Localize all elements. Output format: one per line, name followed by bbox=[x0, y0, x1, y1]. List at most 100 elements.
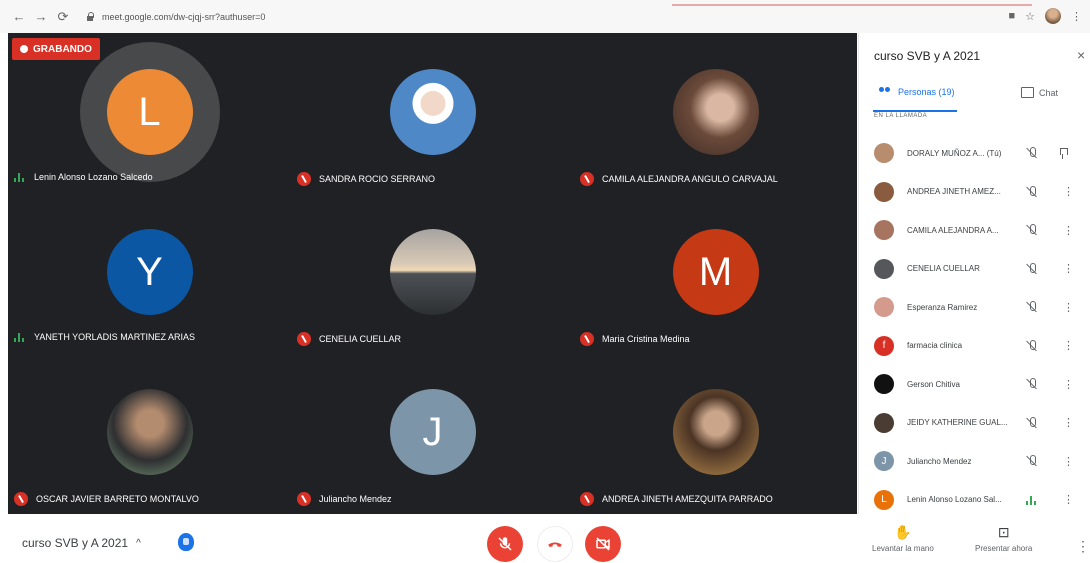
participant-tile[interactable]: OSCAR JAVIER BARRETO MONTALVO bbox=[8, 353, 291, 513]
participant-tile[interactable]: ANDREA JINETH AMEZQUITA PARRADO bbox=[574, 353, 857, 513]
participant-row[interactable]: J Juliancho Mendez ⋮ bbox=[859, 442, 1090, 481]
mic-off-icon bbox=[1026, 185, 1038, 198]
browser-menu-icon[interactable]: ⋮ bbox=[1071, 10, 1082, 23]
lock-icon bbox=[86, 12, 94, 21]
active-tab-indicator bbox=[873, 110, 957, 112]
participant-list-avatar bbox=[874, 220, 894, 241]
participant-row[interactable]: Esperanza Ramirez ⋮ bbox=[859, 288, 1090, 327]
mic-off-icon bbox=[1026, 301, 1038, 313]
participant-row[interactable]: ANDREA JINETH AMEZ... ⋮ bbox=[859, 173, 1090, 212]
camera-off-icon bbox=[596, 537, 610, 551]
participant-tile[interactable]: CENELIA CUELLAR bbox=[291, 193, 574, 353]
close-icon[interactable]: × bbox=[1077, 47, 1085, 63]
more-options-icon[interactable]: ⋮ bbox=[1063, 416, 1074, 429]
participant-tile[interactable]: J Juliancho Mendez bbox=[291, 353, 574, 513]
participant-tile[interactable]: Y YANETH YORLADIS MARTINEZ ARIAS bbox=[8, 193, 291, 353]
participant-list-avatar bbox=[874, 374, 894, 395]
more-options-icon[interactable]: ⋮ bbox=[1063, 262, 1074, 275]
video-grid: GRABANDO L Lenin Alonso Lozano Salcedo SAN… bbox=[8, 33, 857, 514]
more-options-icon[interactable]: ⋮ bbox=[1063, 339, 1074, 352]
participant-list-avatar bbox=[874, 297, 894, 318]
participant-list-avatar bbox=[874, 412, 894, 433]
url-text: meet.google.com/dw-cjqj-srr?authuser=0 bbox=[102, 11, 266, 22]
more-options-icon[interactable]: ⋮ bbox=[1063, 493, 1074, 506]
participant-name-tag: YANETH YORLADIS MARTINEZ ARIAS bbox=[14, 332, 195, 342]
star-icon[interactable]: ☆ bbox=[1025, 10, 1035, 23]
participant-name: YANETH YORLADIS MARTINEZ ARIAS bbox=[34, 332, 196, 342]
more-options-icon[interactable]: ⋮ bbox=[1063, 455, 1074, 468]
participants-panel: curso SVB y A 2021 × Personas (19) Chat … bbox=[858, 33, 1090, 514]
mic-off-icon bbox=[1026, 224, 1038, 236]
mic-off-icon bbox=[297, 492, 311, 506]
panel-title: curso SVB y A 2021 bbox=[874, 49, 981, 63]
participant-list-avatar bbox=[874, 258, 894, 279]
more-options-icon[interactable]: ⋮ bbox=[1076, 538, 1090, 555]
raise-hand-button[interactable]: ✋ Levantar la mano bbox=[872, 524, 934, 553]
mic-off-icon bbox=[580, 172, 594, 186]
mic-off-icon bbox=[1026, 378, 1038, 390]
mic-off-icon bbox=[297, 172, 311, 186]
mic-off-icon bbox=[498, 537, 512, 551]
browser-toolbar: ← → ⟳ meet.google.com/dw-cjqj-srr?authus… bbox=[0, 0, 1090, 33]
participant-list-name: DORALY MUÑOZ A... (Tú) bbox=[907, 148, 1002, 158]
participant-name-tag: CAMILA ALEJANDRA ANGULO CARVAJAL bbox=[580, 172, 778, 186]
camera-indicator-icon[interactable]: ■ bbox=[1008, 10, 1015, 22]
participant-list-name: Lenin Alonso Lozano Sal... bbox=[907, 495, 1002, 505]
participant-list-avatar bbox=[874, 143, 894, 164]
participant-avatar: L bbox=[79, 42, 220, 182]
profile-avatar[interactable] bbox=[1045, 8, 1061, 24]
reload-icon[interactable]: ⟳ bbox=[54, 8, 72, 26]
mic-off-icon bbox=[297, 332, 311, 346]
present-now-button[interactable]: ⊡ Presentar ahora bbox=[975, 524, 1032, 553]
microphone-toggle-button[interactable] bbox=[487, 526, 523, 562]
participant-row[interactable]: DORALY MUÑOZ A... (Tú) bbox=[859, 134, 1090, 173]
participant-name-tag: CENELIA CUELLAR bbox=[297, 332, 401, 346]
meeting-details-button[interactable]: curso SVB y A 2021 ^ bbox=[22, 536, 141, 550]
more-options-icon[interactable]: ⋮ bbox=[1063, 185, 1074, 198]
tab-people[interactable]: Personas (19) bbox=[879, 87, 955, 97]
leave-call-button[interactable] bbox=[537, 526, 573, 562]
tab-chat[interactable]: Chat bbox=[1021, 87, 1058, 98]
participant-name-tag: OSCAR JAVIER BARRETO MONTALVO bbox=[14, 492, 199, 506]
participant-avatar: J bbox=[389, 389, 476, 475]
mic-off-icon bbox=[1026, 416, 1038, 429]
participant-avatar bbox=[106, 389, 193, 475]
mic-off-icon bbox=[1026, 339, 1038, 352]
participant-tile[interactable]: M Maria Cristina Medina bbox=[574, 193, 857, 353]
forward-icon[interactable]: → bbox=[32, 8, 50, 26]
host-controls-icon[interactable] bbox=[178, 533, 194, 551]
participant-tile[interactable]: CAMILA ALEJANDRA ANGULO CARVAJAL bbox=[574, 33, 857, 193]
section-label: EN LA LLAMADA bbox=[874, 113, 928, 119]
meeting-title: curso SVB y A 2021 bbox=[22, 536, 129, 550]
participant-avatar bbox=[389, 69, 476, 155]
participant-row[interactable]: Gerson Chitiva ⋮ bbox=[859, 365, 1090, 404]
participant-name-tag: ANDREA JINETH AMEZQUITA PARRADO bbox=[580, 492, 773, 506]
mic-off-icon bbox=[1026, 262, 1038, 275]
participant-avatar bbox=[389, 229, 476, 315]
present-icon: ⊡ bbox=[997, 524, 1010, 540]
participant-list-avatar: L bbox=[874, 489, 894, 510]
participant-name-tag: Juliancho Mendez bbox=[297, 492, 392, 506]
participant-tile[interactable]: L Lenin Alonso Lozano Salcedo bbox=[8, 33, 291, 193]
participant-row[interactable]: JEIDY KATHERINE GUAL... ⋮ bbox=[859, 404, 1090, 443]
pin-icon[interactable] bbox=[1059, 147, 1068, 159]
more-options-icon[interactable]: ⋮ bbox=[1063, 378, 1074, 391]
back-icon[interactable]: ← bbox=[10, 8, 28, 26]
participant-name: Maria Cristina Medina bbox=[602, 334, 690, 344]
more-options-icon[interactable]: ⋮ bbox=[1063, 224, 1074, 237]
participant-row[interactable]: f farmacia clinica ⋮ bbox=[859, 327, 1090, 366]
participant-name: CAMILA ALEJANDRA ANGULO CARVAJAL bbox=[602, 174, 778, 184]
participant-name: OSCAR JAVIER BARRETO MONTALVO bbox=[36, 494, 199, 504]
more-options-icon[interactable]: ⋮ bbox=[1063, 301, 1074, 314]
meeting-controls-bar: curso SVB y A 2021 ^ ✋ Levantar la mano … bbox=[0, 514, 1090, 563]
participant-row[interactable]: CAMILA ALEJANDRA A... ⋮ bbox=[859, 211, 1090, 250]
participant-list-avatar: f bbox=[874, 335, 894, 356]
participant-name-tag: Lenin Alonso Lozano Salcedo bbox=[14, 172, 153, 182]
mic-off-icon bbox=[580, 332, 594, 346]
participant-tile[interactable]: SANDRA ROCIO SERRANO bbox=[291, 33, 574, 193]
participant-list-avatar bbox=[874, 181, 894, 202]
address-bar[interactable]: meet.google.com/dw-cjqj-srr?authuser=0 bbox=[86, 6, 666, 28]
participant-row[interactable]: CENELIA CUELLAR ⋮ bbox=[859, 250, 1090, 289]
camera-toggle-button[interactable] bbox=[585, 526, 621, 562]
mic-off-icon bbox=[1026, 147, 1038, 159]
